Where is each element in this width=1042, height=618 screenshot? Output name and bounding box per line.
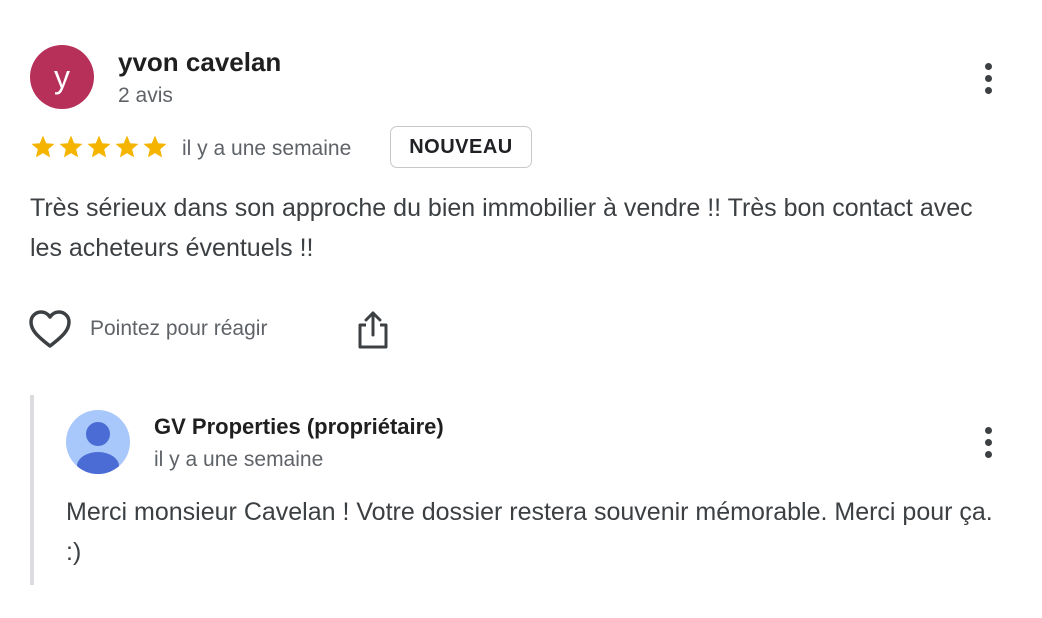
owner-name: GV Properties (propriétaire) [154, 414, 444, 439]
reply-text: Merci monsieur Cavelan ! Votre dossier r… [66, 498, 993, 566]
review-text: Très sérieux dans son approche du bien i… [30, 194, 973, 262]
share-icon[interactable] [356, 310, 390, 350]
reply-divider [30, 395, 34, 585]
reply-date: il y a une semaine [154, 448, 324, 471]
star-icon [142, 134, 168, 162]
review-more-options-button[interactable] [976, 58, 1000, 98]
new-badge: NOUVEAU [390, 126, 532, 168]
review-card: y yvon cavelan 2 avis il y a une semaine… [0, 0, 1042, 618]
react-button-label[interactable]: Pointez pour réagir [90, 317, 267, 341]
star-icon [86, 134, 112, 162]
author-review-count: 2 avis [118, 84, 173, 107]
star-rating [30, 134, 168, 162]
author-avatar[interactable]: y [30, 45, 94, 109]
star-icon [114, 134, 140, 162]
star-icon [58, 134, 84, 162]
author-name[interactable]: yvon cavelan [118, 47, 281, 78]
star-icon [30, 134, 56, 162]
review-date: il y a une semaine [182, 137, 352, 160]
reply-more-options-button[interactable] [976, 422, 1000, 462]
heart-icon[interactable] [28, 310, 72, 350]
person-avatar-icon [66, 410, 130, 474]
